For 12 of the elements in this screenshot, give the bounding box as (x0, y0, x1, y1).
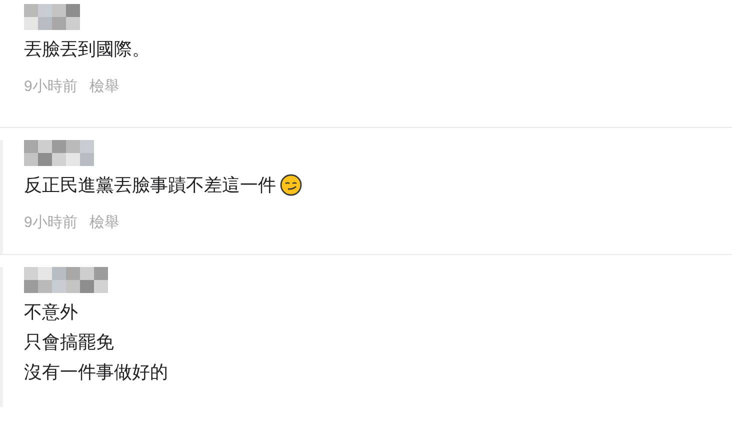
comment-time: 9小時前 (24, 77, 78, 97)
blurred-username (24, 140, 94, 166)
comment-time: 9小時前 (24, 212, 78, 232)
comment-text: 不意外 (24, 301, 78, 324)
comment-text: 只會搞罷免 (24, 331, 114, 354)
smirking-face-icon (280, 174, 302, 196)
comment-text: 沒有一件事做好的 (24, 361, 168, 384)
blurred-username (24, 4, 80, 30)
comment-text: 反正民進黨丟臉事蹟不差這一件 (24, 174, 276, 196)
report-link[interactable]: 檢舉 (89, 76, 120, 98)
comment-text: 丟臉丟到國際。 (24, 38, 150, 61)
report-link[interactable]: 檢舉 (89, 212, 120, 234)
